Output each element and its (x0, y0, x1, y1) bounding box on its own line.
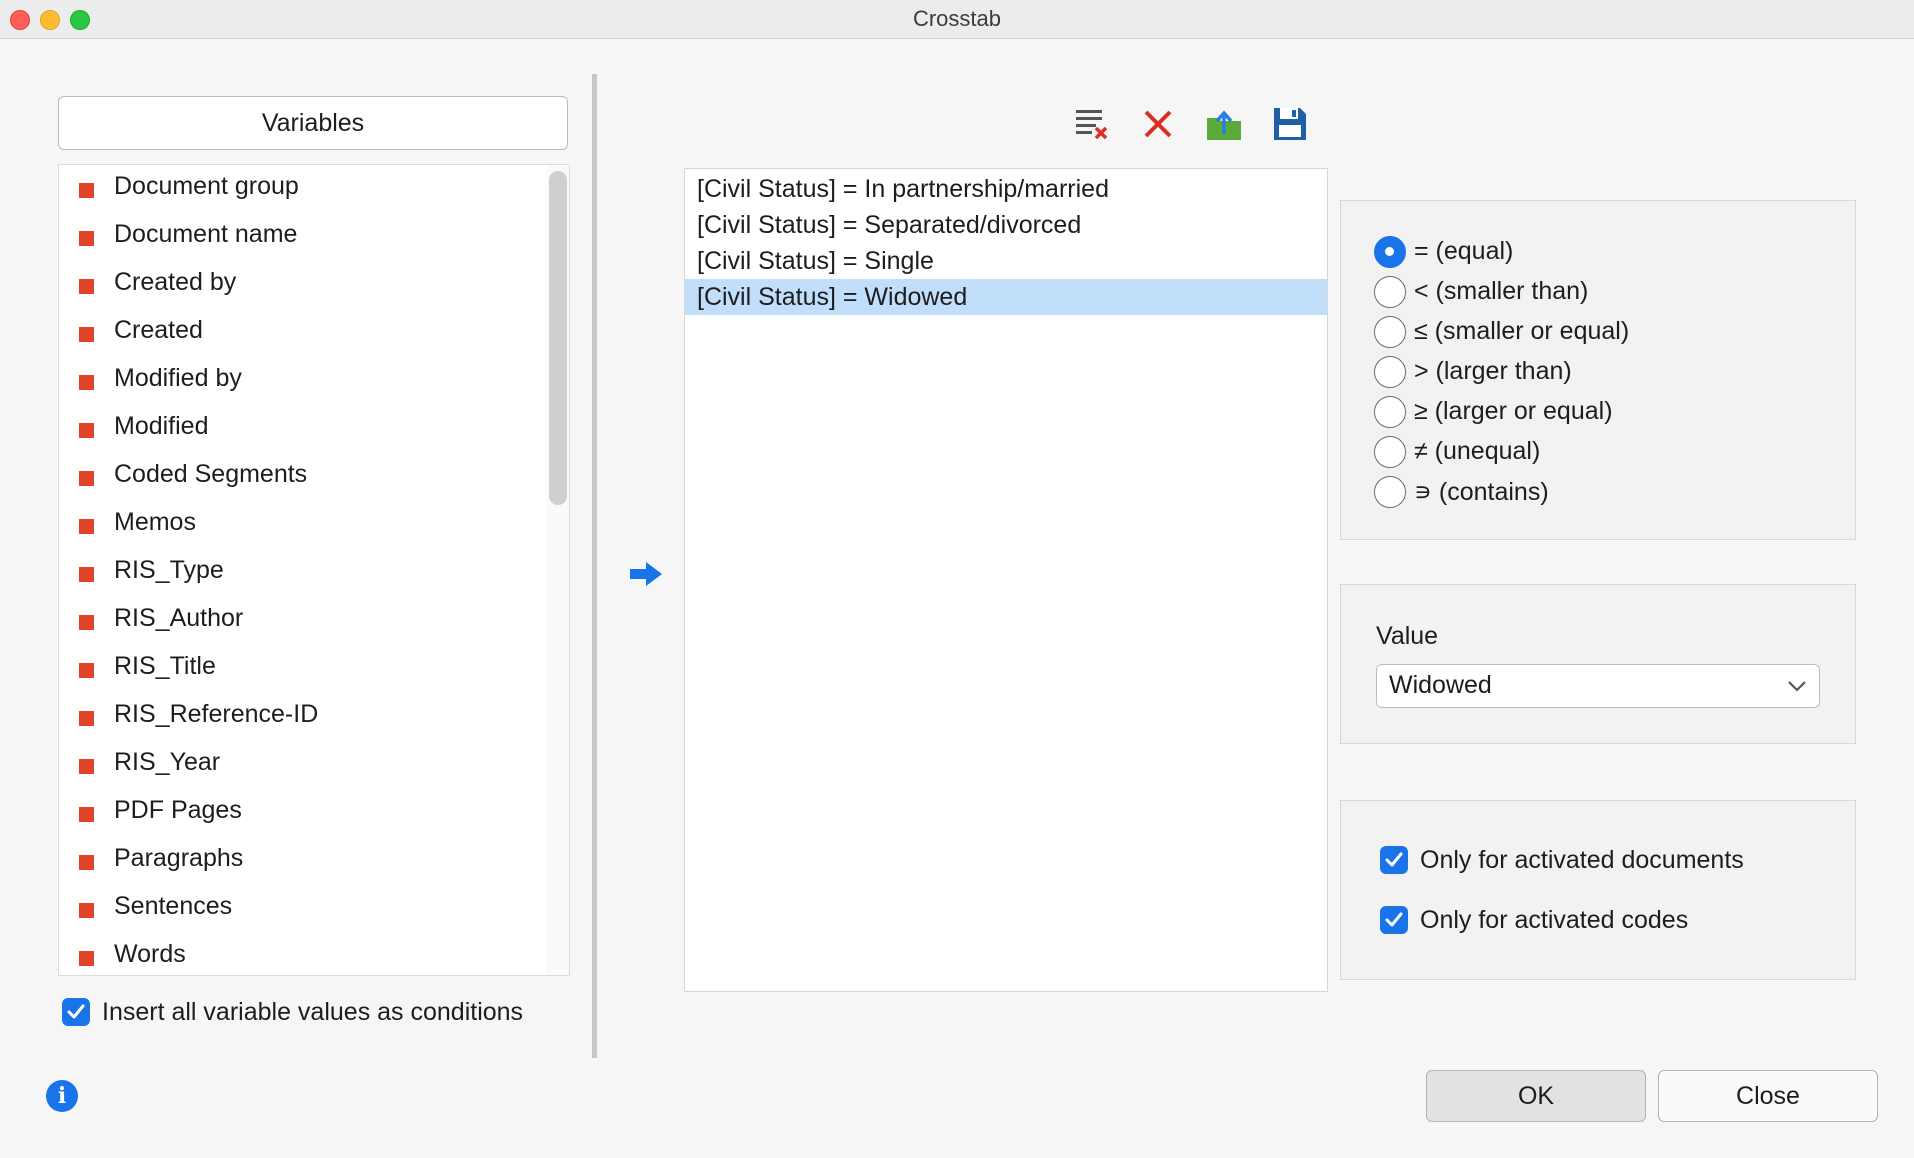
variable-item-label: Document name (114, 220, 298, 248)
variable-item[interactable]: RIS_Author (59, 597, 549, 645)
conditions-list[interactable]: [Civil Status] = In partnership/married … (684, 168, 1328, 992)
condition-item[interactable]: [Civil Status] = In partnership/married (685, 171, 1327, 207)
variable-marker-icon (79, 567, 94, 582)
operator-radio-label: ≤ (smaller or equal) (1414, 317, 1630, 345)
condition-item-selected[interactable]: [Civil Status] = Widowed (685, 279, 1327, 315)
export-icon[interactable] (1204, 104, 1244, 144)
variable-item[interactable]: PDF Pages (59, 789, 549, 837)
variable-item-label: RIS_Year (114, 748, 221, 776)
variable-item[interactable]: RIS_Reference-ID (59, 693, 549, 741)
variable-item-label: Modified by (114, 364, 242, 392)
value-label: Value (1376, 622, 1439, 650)
variable-item-label: Sentences (114, 892, 233, 920)
variable-item[interactable]: RIS_Type (59, 549, 549, 597)
window-title: Crosstab (912, 6, 1002, 31)
value-dropdown[interactable]: Widowed (1376, 664, 1820, 708)
title-bar: Crosstab (0, 0, 1914, 39)
variable-item[interactable]: Paragraphs (59, 837, 549, 885)
variable-item-label: RIS_Reference-ID (114, 700, 319, 728)
variable-item-label: Created (114, 316, 203, 344)
insert-all-label: Insert all variable values as conditions (102, 998, 524, 1026)
variables-header-button[interactable]: Variables (58, 96, 568, 150)
variable-marker-icon (79, 375, 94, 390)
variable-item[interactable]: RIS_Title (59, 645, 549, 693)
variable-item-label: PDF Pages (114, 796, 242, 824)
variable-item[interactable]: Document group (59, 165, 549, 213)
variable-item-label: Modified (114, 412, 209, 440)
value-dropdown-text: Widowed (1389, 671, 1492, 699)
variable-item[interactable]: Modified (59, 405, 549, 453)
variable-item-label: Document group (114, 172, 299, 200)
activated-documents-label: Only for activated documents (1420, 846, 1744, 874)
activated-codes-checkbox[interactable] (1380, 906, 1408, 934)
clear-list-icon[interactable] (1072, 104, 1112, 144)
variable-item-label: Created by (114, 268, 237, 296)
variable-item-label: Paragraphs (114, 844, 244, 872)
variable-item-label: Memos (114, 508, 196, 536)
variable-item-label: RIS_Title (114, 652, 216, 680)
operator-radio[interactable] (1374, 316, 1406, 348)
variable-marker-icon (79, 855, 94, 870)
variable-marker-icon (79, 327, 94, 342)
delete-icon[interactable] (1138, 104, 1178, 144)
condition-item[interactable]: [Civil Status] = Separated/divorced (685, 207, 1327, 243)
operator-radio[interactable] (1374, 236, 1406, 268)
variable-item-label: Words (114, 940, 186, 968)
variable-marker-icon (79, 183, 94, 198)
variable-marker-icon (79, 903, 94, 918)
variable-item[interactable]: Created by (59, 261, 549, 309)
variable-marker-icon (79, 951, 94, 966)
variable-item-label: Coded Segments (114, 460, 308, 488)
variable-marker-icon (79, 807, 94, 822)
variable-marker-icon (79, 519, 94, 534)
variable-item[interactable]: Modified by (59, 357, 549, 405)
variable-item[interactable]: Document name (59, 213, 549, 261)
operator-radio[interactable] (1374, 396, 1406, 428)
activated-codes-label: Only for activated codes (1420, 906, 1689, 934)
variables-scroll-thumb[interactable] (549, 171, 567, 505)
variables-list[interactable]: Document group Document name Created by Cre… (58, 164, 570, 976)
variable-marker-icon (79, 759, 94, 774)
operator-radio-label: ∍ (contains) (1414, 478, 1549, 506)
chevron-down-icon (1788, 681, 1806, 692)
activated-documents-checkbox[interactable] (1380, 846, 1408, 874)
variables-scrollbar[interactable] (547, 165, 569, 975)
variable-item[interactable]: Coded Segments (59, 453, 549, 501)
variable-item-label: RIS_Type (114, 556, 224, 584)
variable-item[interactable]: RIS_Year (59, 741, 549, 789)
variable-marker-icon (79, 711, 94, 726)
variable-item-label: RIS_Author (114, 604, 244, 632)
close-button[interactable]: Close (1658, 1070, 1878, 1122)
options-group (1340, 800, 1856, 980)
operator-radio[interactable] (1374, 356, 1406, 388)
info-icon[interactable]: i (46, 1080, 78, 1112)
variable-marker-icon (79, 231, 94, 246)
operator-radio-label: ≠ (unequal) (1414, 437, 1541, 465)
crosstab-dialog: Crosstab Variables Document group Documen… (0, 0, 1914, 1158)
save-icon[interactable] (1270, 104, 1310, 144)
variable-marker-icon (79, 423, 94, 438)
ok-button[interactable]: OK (1426, 1070, 1646, 1122)
variable-marker-icon (79, 615, 94, 630)
operator-radio-label: < (smaller than) (1414, 277, 1589, 305)
variable-marker-icon (79, 471, 94, 486)
variable-item[interactable]: Sentences (59, 885, 549, 933)
operator-radio-label: = (equal) (1414, 237, 1514, 265)
operator-radio-label: ≥ (larger or equal) (1414, 397, 1613, 425)
variable-item[interactable]: Words (59, 933, 549, 975)
operator-radio-label: > (larger than) (1414, 357, 1572, 385)
operator-radio[interactable] (1374, 436, 1406, 468)
operator-radio[interactable] (1374, 476, 1406, 508)
condition-item[interactable]: [Civil Status] = Single (685, 243, 1327, 279)
insert-all-checkbox[interactable] (62, 998, 90, 1026)
splitter[interactable] (592, 74, 597, 1058)
operator-radio[interactable] (1374, 276, 1406, 308)
variable-item[interactable]: Memos (59, 501, 549, 549)
variable-marker-icon (79, 279, 94, 294)
variable-item[interactable]: Created (59, 309, 549, 357)
variable-marker-icon (79, 663, 94, 678)
add-condition-arrow-icon[interactable] (628, 560, 664, 588)
